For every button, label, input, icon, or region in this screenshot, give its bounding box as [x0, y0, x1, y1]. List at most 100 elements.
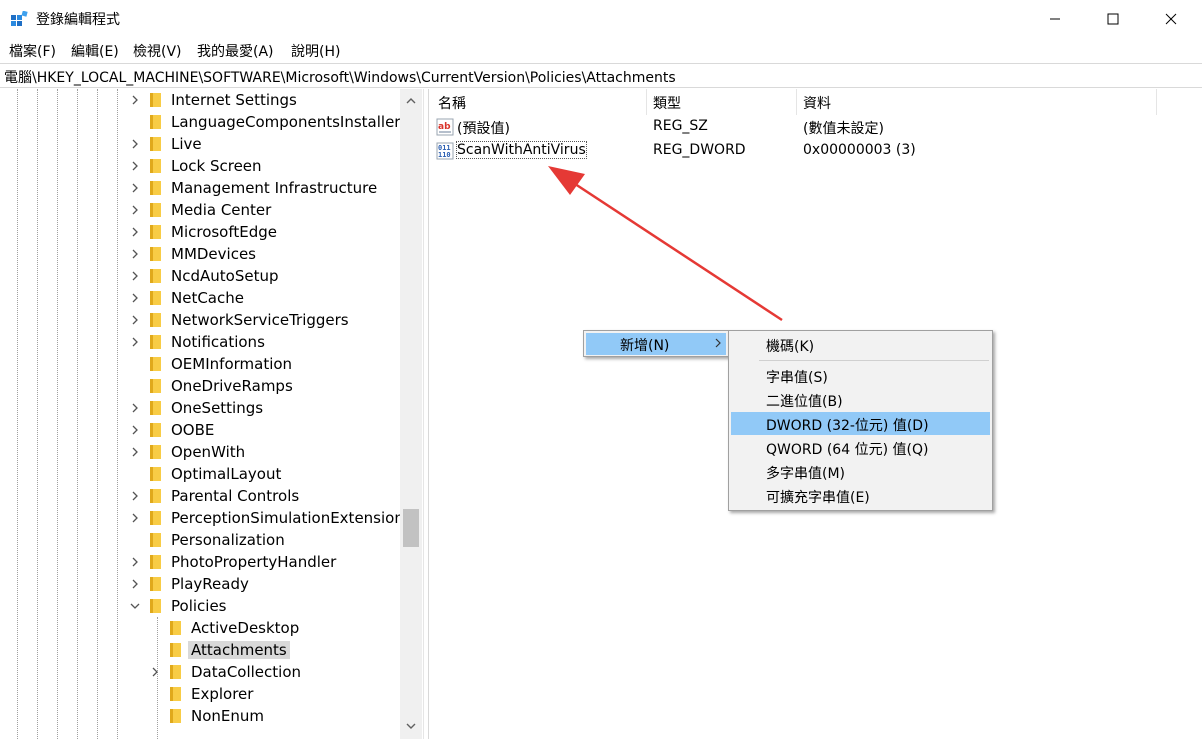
menu-file[interactable]: 檔案(F): [9, 41, 56, 61]
menu-separator: [759, 360, 989, 361]
chevron-right-icon[interactable]: [149, 665, 161, 679]
tree-item[interactable]: NetworkServiceTriggers: [0, 309, 400, 331]
scroll-thumb[interactable]: [403, 509, 419, 547]
chevron-right-icon: [715, 338, 721, 348]
column-name[interactable]: 名稱: [429, 89, 647, 115]
chevron-right-icon[interactable]: [129, 269, 141, 283]
tree-item[interactable]: Management Infrastructure: [0, 177, 400, 199]
tree-item-label: NetCache: [171, 289, 244, 307]
tree-item[interactable]: NetCache: [0, 287, 400, 309]
tree-item[interactable]: PlayReady: [0, 573, 400, 595]
chevron-down-icon[interactable]: [129, 599, 141, 613]
tree-item[interactable]: NcdAutoSetup: [0, 265, 400, 287]
tree-item-label: Explorer: [191, 685, 254, 703]
tree-item[interactable]: Lock Screen: [0, 155, 400, 177]
chevron-right-icon[interactable]: [129, 247, 141, 261]
tree-item[interactable]: Parental Controls: [0, 485, 400, 507]
menu-edit[interactable]: 編輯(E): [71, 41, 119, 61]
tree-item[interactable]: Notifications: [0, 331, 400, 353]
folder-icon: [150, 269, 161, 283]
tree-item[interactable]: OOBE: [0, 419, 400, 441]
close-button[interactable]: [1142, 0, 1200, 38]
tree-item[interactable]: MMDevices: [0, 243, 400, 265]
tree-item-label: Internet Settings: [171, 91, 297, 109]
chevron-right-icon[interactable]: [129, 555, 141, 569]
scroll-down-icon[interactable]: [405, 720, 417, 732]
chevron-right-icon[interactable]: [129, 313, 141, 327]
chevron-right-icon[interactable]: [129, 511, 141, 525]
tree-item[interactable]: Internet Settings: [0, 89, 400, 111]
tree-item[interactable]: PerceptionSimulationExtensions: [0, 507, 412, 529]
tree-item[interactable]: Media Center: [0, 199, 400, 221]
tree-item[interactable]: MicrosoftEdge: [0, 221, 400, 243]
tree-item[interactable]: Attachments: [0, 639, 400, 661]
folder-icon: [150, 533, 161, 547]
chevron-right-icon[interactable]: [129, 225, 141, 239]
folder-icon: [150, 203, 161, 217]
chevron-right-icon[interactable]: [129, 203, 141, 217]
tree-item-label: Policies: [171, 597, 227, 615]
tree-scrollbar[interactable]: [400, 89, 422, 739]
maximize-button[interactable]: [1084, 0, 1142, 38]
menu-item-key[interactable]: 機碼(K): [731, 333, 990, 356]
tree-item-label: Notifications: [171, 333, 265, 351]
menu-help[interactable]: 說明(H): [291, 41, 340, 61]
chevron-right-icon[interactable]: [129, 401, 141, 415]
tree-item[interactable]: OneSettings: [0, 397, 400, 419]
menu-view[interactable]: 檢視(V): [133, 41, 182, 61]
folder-icon: [170, 643, 181, 657]
address-path: 電腦\HKEY_LOCAL_MACHINE\SOFTWARE\Microsoft…: [4, 70, 676, 86]
tree-item[interactable]: OEMInformation: [0, 353, 400, 375]
minimize-button[interactable]: [1026, 0, 1084, 38]
tree-item-label: DataCollection: [191, 663, 302, 681]
folder-icon: [150, 313, 161, 327]
scroll-up-icon[interactable]: [405, 95, 417, 107]
menu-item-qword[interactable]: QWORD (64 位元) 值(Q): [731, 436, 990, 459]
chevron-right-icon[interactable]: [129, 423, 141, 437]
tree-item[interactable]: OneDriveRamps: [0, 375, 400, 397]
menu-item-multi-string[interactable]: 多字串值(M): [731, 460, 990, 483]
menu-favorites[interactable]: 我的最愛(A): [197, 41, 274, 61]
menu-item-dword[interactable]: DWORD (32-位元) 值(D): [731, 412, 990, 435]
chevron-right-icon[interactable]: [129, 137, 141, 151]
chevron-right-icon[interactable]: [129, 335, 141, 349]
key-tree[interactable]: Internet Settings LanguageComponentsInsta…: [0, 89, 424, 739]
chevron-right-icon[interactable]: [129, 577, 141, 591]
tree-item[interactable]: Policies: [0, 595, 400, 617]
tree-item[interactable]: Personalization: [0, 529, 400, 551]
menu-item-string[interactable]: 字串值(S): [731, 364, 990, 387]
folder-icon: [170, 621, 181, 635]
column-type[interactable]: 類型: [647, 89, 797, 115]
folder-icon: [150, 445, 161, 459]
chevron-right-icon[interactable]: [129, 93, 141, 107]
chevron-right-icon[interactable]: [129, 159, 141, 173]
value-row[interactable]: 011 110 ScanWithAntiVirus REG_DWORD 0x00…: [429, 139, 1202, 163]
folder-icon: [150, 511, 161, 525]
address-bar[interactable]: 電腦\HKEY_LOCAL_MACHINE\SOFTWARE\Microsoft…: [0, 63, 1202, 88]
folder-icon: [150, 225, 161, 239]
tree-item-label: ActiveDesktop: [191, 619, 300, 637]
tree-item[interactable]: Live: [0, 133, 400, 155]
tree-item[interactable]: PhotoPropertyHandler: [0, 551, 400, 573]
tree-item[interactable]: NonEnum: [0, 705, 400, 727]
tree-item[interactable]: LanguageComponentsInstaller: [0, 111, 400, 133]
tree-item-label: PhotoPropertyHandler: [171, 553, 337, 571]
chevron-right-icon[interactable]: [129, 445, 141, 459]
tree-item-label: NcdAutoSetup: [171, 267, 279, 285]
column-data[interactable]: 資料: [797, 89, 1157, 115]
menu-item-expandable-string[interactable]: 可擴充字串值(E): [731, 484, 990, 507]
tree-item[interactable]: OptimalLayout: [0, 463, 400, 485]
value-row[interactable]: ab (預設值) REG_SZ (數值未設定): [429, 115, 1202, 139]
tree-item[interactable]: ActiveDesktop: [0, 617, 400, 639]
menu-new[interactable]: 新增(N): [620, 335, 669, 355]
tree-item[interactable]: Explorer: [0, 683, 400, 705]
tree-item[interactable]: DataCollection: [0, 661, 400, 683]
tree-item-label: LanguageComponentsInstaller: [171, 113, 401, 131]
chevron-right-icon[interactable]: [129, 291, 141, 305]
minimize-icon: [1050, 18, 1060, 20]
menu-item-binary[interactable]: 二進位值(B): [731, 388, 990, 411]
tree-item-label: Management Infrastructure: [171, 179, 378, 197]
tree-item[interactable]: OpenWith: [0, 441, 400, 463]
chevron-right-icon[interactable]: [129, 489, 141, 503]
chevron-right-icon[interactable]: [129, 181, 141, 195]
